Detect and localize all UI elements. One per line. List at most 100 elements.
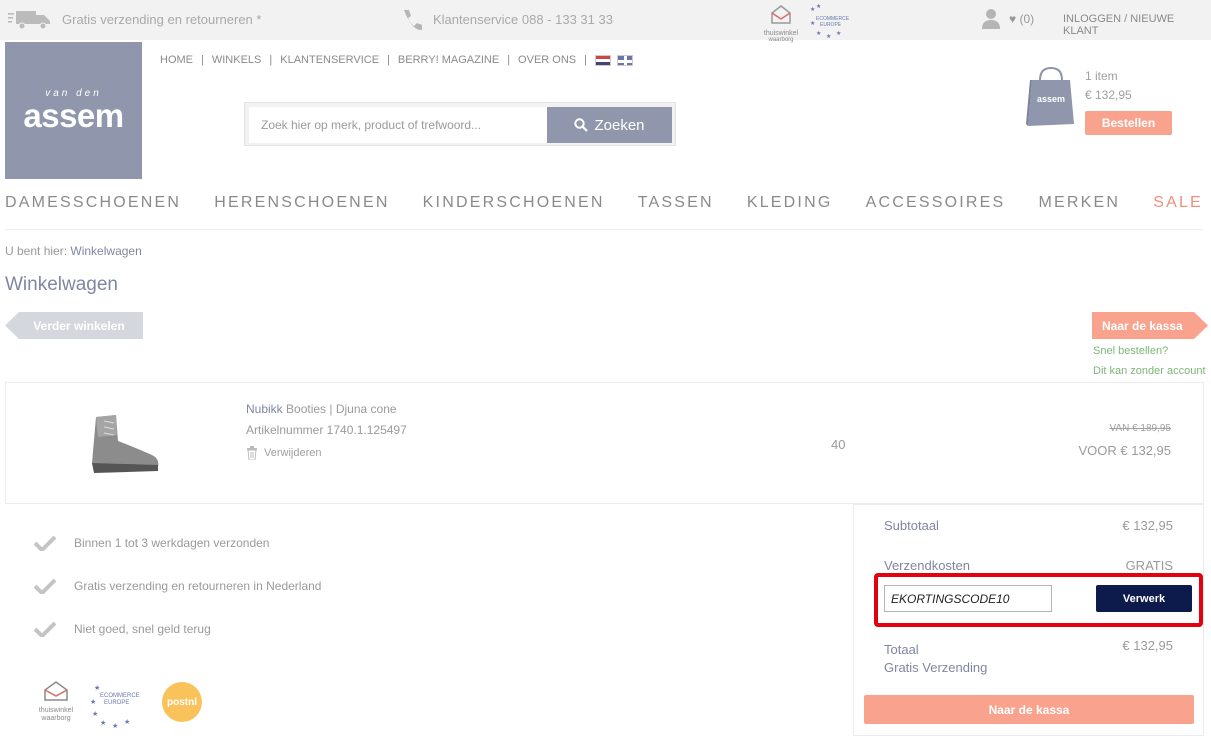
breadcrumb-prefix: U bent hier: — [5, 244, 68, 258]
shipping-label: Verzendkosten — [884, 558, 971, 573]
product-title[interactable]: Nubikk Booties | Djuna cone — [246, 402, 397, 416]
usp-item: Gratis verzending en retourneren in Nede… — [34, 578, 321, 594]
checkmark-icon — [34, 621, 56, 637]
search-bar: Zoeken — [244, 102, 676, 146]
about-link[interactable]: OVER ONS — [518, 54, 576, 66]
postnl-logo[interactable]: postnl — [162, 682, 202, 722]
ecommerce-europe-logo[interactable]: ★ ★ ★ ★ ★ ★ ECOMMERCE EUROPE — [808, 3, 852, 40]
brand-name: assem — [23, 97, 124, 134]
quick-order-link[interactable]: Snel bestellen? — [1093, 345, 1168, 357]
trust-logos: thuiswinkel waarborg ★ ★ ★ ★ ★ ★ ECOMMERCE E… — [34, 680, 214, 730]
subtotal-label: Subtotaal — [884, 518, 939, 533]
heart-icon: ♥ — [1009, 12, 1017, 26]
top-bar: Gratis verzending en retourneren * Klant… — [0, 0, 1211, 43]
english-flag-icon[interactable] — [616, 54, 633, 66]
europe-label: EUROPE — [104, 700, 130, 706]
thuiswinkel-house-icon — [44, 681, 68, 701]
search-button[interactable]: Zoeken — [547, 107, 672, 143]
nav-kids-shoes[interactable]: KINDERSCHOENEN — [423, 194, 605, 214]
link-separator: | — [507, 54, 511, 66]
customer-service-text: Klantenservice 088 - 133 31 33 — [433, 12, 613, 27]
main-links: HOME | WINKELS | KLANTENSERVICE | BERRY!… — [160, 54, 639, 66]
discount-code-box: Verwerk — [874, 573, 1203, 627]
nav-men-shoes[interactable]: HERENSCHOENEN — [214, 194, 389, 214]
wishlist-link[interactable]: ♥ (0) — [1009, 12, 1034, 26]
link-separator: | — [201, 54, 204, 66]
home-link[interactable]: HOME — [160, 54, 193, 66]
total-shipping-note: Gratis Verzending — [884, 660, 988, 675]
link-separator: | — [269, 54, 273, 66]
shipping-value: GRATIS — [1125, 558, 1173, 573]
nav-women-shoes[interactable]: DAMESSCHOENEN — [5, 194, 181, 214]
svg-text:★: ★ — [816, 3, 821, 10]
checkout-button-bottom[interactable]: Naar de kassa — [864, 695, 1194, 724]
stores-link[interactable]: WINKELS — [212, 54, 262, 66]
remove-item-link[interactable]: Verwijderen — [246, 446, 321, 460]
svg-text:★: ★ — [90, 698, 96, 706]
article-number: Artikelnummer 1740.1.125497 — [246, 423, 407, 437]
product-name[interactable]: Booties | Djuna cone — [286, 402, 397, 416]
link-separator: | — [584, 54, 587, 66]
total-value: € 132,95 — [1122, 638, 1173, 653]
old-price: VAN € 189,95 — [1109, 423, 1171, 434]
search-icon — [574, 118, 589, 132]
nav-clothing[interactable]: KLEDING — [747, 194, 833, 214]
truck-icon — [8, 11, 50, 30]
search-button-label: Zoeken — [594, 116, 645, 134]
no-account-text: Dit kan zonder account — [1093, 365, 1206, 377]
product-brand[interactable]: Nubikk — [246, 402, 283, 416]
thuiswinkel-house-icon — [771, 5, 791, 24]
checkout-button-top[interactable]: Naar de kassa — [1092, 312, 1208, 339]
discount-code-input[interactable] — [884, 585, 1052, 612]
brand-logo[interactable]: van den assem — [5, 42, 142, 179]
total-label: Totaal — [884, 642, 919, 657]
breadcrumb: U bent hier: Winkelwagen — [5, 244, 142, 258]
usp-text: Gratis verzending en retourneren in Nede… — [74, 579, 322, 593]
svg-text:★: ★ — [92, 710, 98, 718]
product-size: 40 — [831, 437, 846, 452]
ecommerce-europe-logo[interactable]: ★ ★ ★ ★ ★ ★ ECOMMERCE EUROPE — [90, 680, 146, 730]
svg-text:★: ★ — [94, 684, 100, 692]
svg-text:★: ★ — [124, 718, 130, 726]
nav-bags[interactable]: TASSEN — [638, 194, 714, 214]
cart-item-count: 1 item — [1085, 69, 1118, 83]
customer-service-link[interactable]: KLANTENSERVICE — [280, 54, 379, 66]
svg-text:★: ★ — [816, 30, 821, 37]
waarborg-label: waarborg — [768, 37, 794, 43]
svg-text:★: ★ — [826, 33, 831, 39]
bag-label: assem — [1037, 94, 1065, 104]
thuiswinkel-label: thuiswinkel — [763, 30, 799, 37]
order-button[interactable]: Bestellen — [1085, 111, 1172, 135]
thuiswinkel-logo[interactable]: thuiswinkel waarborg — [34, 680, 78, 722]
nav-brands[interactable]: MERKEN — [1038, 194, 1120, 214]
magazine-link[interactable]: BERRY! MAGAZINE — [398, 54, 499, 66]
cart-total: € 132,95 — [1085, 88, 1132, 102]
apply-code-button[interactable]: Verwerk — [1096, 585, 1192, 612]
thuiswinkel-logo[interactable]: thuiswinkel waarborg — [762, 3, 800, 43]
usp-text: Binnen 1 tot 3 werkdagen verzonden — [74, 536, 270, 550]
svg-text:★: ★ — [836, 30, 841, 37]
link-separator: | — [387, 54, 390, 66]
postnl-label: postnl — [167, 696, 197, 708]
category-nav: DAMESSCHOENEN HERENSCHOENEN KINDERSCHOEN… — [5, 194, 1203, 214]
nav-sale[interactable]: SALE — [1153, 194, 1203, 214]
user-icon[interactable] — [981, 8, 1001, 30]
breadcrumb-current[interactable]: Winkelwagen — [70, 244, 141, 258]
checkmark-icon — [34, 535, 56, 551]
shopping-bag-icon[interactable]: assem — [1026, 66, 1076, 128]
phone-icon — [404, 10, 422, 31]
usp-item: Binnen 1 tot 3 werkdagen verzonden — [34, 535, 269, 551]
usp-item: Niet goed, snel geld terug — [34, 621, 211, 637]
login-link[interactable]: INLOGGEN / NIEUWE KLANT — [1063, 13, 1211, 37]
thuiswinkel-label: thuiswinkel — [38, 707, 74, 714]
search-input[interactable] — [249, 107, 547, 143]
product-image[interactable] — [86, 411, 166, 477]
ecommerce-label: ECOMMERCE — [100, 693, 140, 699]
svg-text:★: ★ — [112, 722, 118, 730]
nav-accessories[interactable]: ACCESSOIRES — [866, 194, 1006, 214]
continue-shopping-button[interactable]: Verder winkelen — [5, 312, 143, 339]
svg-text:★: ★ — [810, 6, 815, 13]
usp-text: Niet goed, snel geld terug — [74, 622, 211, 636]
dutch-flag-icon[interactable] — [594, 54, 611, 66]
checkmark-icon — [34, 578, 56, 594]
